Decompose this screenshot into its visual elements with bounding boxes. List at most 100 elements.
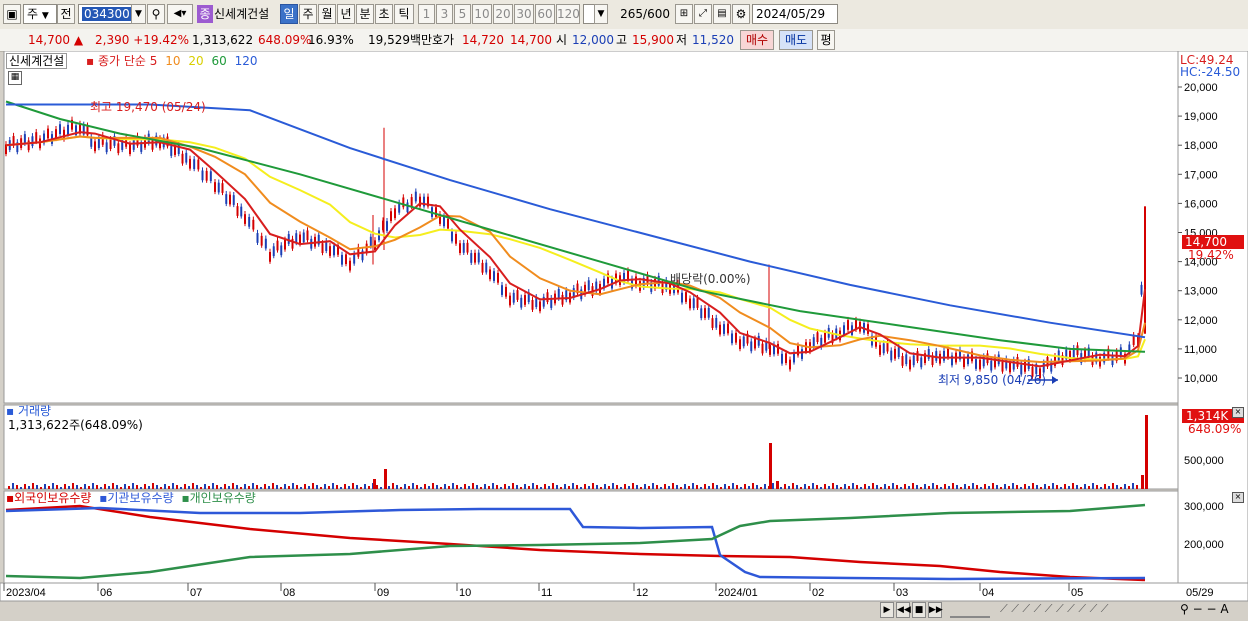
panel-close-icon[interactable]: × [1232, 492, 1244, 503]
volume-bar [1016, 485, 1018, 489]
volume-bar [44, 484, 46, 489]
volume-bar [800, 487, 802, 489]
interval-60[interactable]: 60 [535, 4, 555, 24]
volume-bar [264, 484, 266, 489]
volume-bar [992, 483, 994, 489]
period-minute[interactable]: 분 [356, 4, 374, 24]
interval-30[interactable]: 30 [514, 4, 534, 24]
candle-body [325, 241, 328, 251]
interval-20[interactable]: 20 [493, 4, 513, 24]
candle-body [240, 206, 243, 217]
volume-bar [504, 484, 506, 489]
panel-close-icon[interactable]: × [1232, 407, 1244, 418]
volume-bar [888, 486, 890, 489]
market-type-select[interactable]: 주 ▼ [23, 4, 57, 24]
volume-bar [712, 483, 714, 489]
table-icon[interactable]: ▦ [8, 71, 22, 85]
volume-bar [428, 486, 430, 489]
candle-body [333, 245, 335, 256]
volume-bar [808, 486, 810, 489]
buy-button[interactable]: 매수 [740, 30, 774, 50]
candle-body [516, 290, 519, 300]
volume-bar [1068, 486, 1070, 489]
window-icon[interactable]: ▣ [3, 4, 21, 24]
period-second[interactable]: 초 [375, 4, 393, 24]
volume-bar [1145, 415, 1148, 489]
search-icon[interactable]: ⚲ [147, 4, 165, 24]
volume-bar [140, 487, 142, 489]
candle-body [685, 292, 687, 302]
stock-chart-svg[interactable]: 20,00019,00018,00017,00016,00015,00014,0… [0, 51, 1248, 621]
volume-bar [1028, 486, 1030, 489]
indicator-icon[interactable]: ⊞ [675, 4, 693, 24]
volume-bar [280, 487, 282, 489]
volume-bar [780, 487, 782, 489]
rewind-icon[interactable]: ◀◀ [896, 602, 911, 618]
zoom-controls[interactable]: ⚲ − − A [1180, 602, 1229, 616]
candle-body [414, 191, 417, 202]
interval-3[interactable]: 3 [436, 4, 453, 24]
volume-bar [732, 483, 734, 489]
volume-bar [676, 485, 678, 489]
sell-button[interactable]: 매도 [779, 30, 813, 50]
volume-bar [944, 484, 946, 489]
period-week[interactable]: 주 [299, 4, 317, 24]
period-year[interactable]: 년 [337, 4, 355, 24]
interval-5[interactable]: 5 [454, 4, 471, 24]
eval-button[interactable]: 평 [817, 30, 835, 50]
volume-bar [512, 483, 514, 489]
x-tick-label: 09 [377, 587, 389, 599]
interval-10[interactable]: 10 [472, 4, 492, 24]
volume-bar [364, 484, 366, 489]
interval-1[interactable]: 1 [418, 4, 435, 24]
period-day[interactable]: 일 [280, 4, 298, 24]
period-month[interactable]: 월 [318, 4, 336, 24]
volume-bar [556, 485, 558, 489]
volume-bar [240, 487, 242, 489]
hoga-ask: 14,720 [462, 33, 504, 47]
zoom-slider[interactable] [950, 602, 990, 618]
period-tick[interactable]: 틱 [394, 4, 414, 24]
volume-bar [1092, 483, 1094, 489]
drawing-tools[interactable]: ⟋ ⟋ ⟋ ⟋ ⟋ ⟋ ⟋ ⟋ ⟋ ⟋ [1000, 602, 1108, 616]
code-dropdown-icon[interactable]: ▼ [131, 4, 146, 24]
candle-body [306, 230, 309, 241]
interval-120[interactable]: 120 [556, 4, 580, 24]
candle-body [329, 246, 331, 256]
low-annotation: 최저 9,850 (04/26) [938, 373, 1047, 387]
candle-body [244, 214, 246, 224]
volume-bar [236, 485, 238, 489]
volume-bar [112, 483, 114, 489]
stop-icon[interactable]: ■ [912, 602, 926, 618]
volume-bar [144, 484, 146, 489]
gear-icon[interactable]: ⚙ [732, 4, 750, 24]
candle-count[interactable]: 265/600 [612, 5, 670, 23]
volume-bar [36, 485, 38, 489]
fast-forward-icon[interactable]: ▶▶ [928, 602, 943, 618]
candle-body [189, 158, 191, 169]
volume-bar [128, 486, 130, 489]
volume-bar [412, 483, 414, 489]
save-icon[interactable]: ▤ [713, 4, 731, 24]
volume-bar [472, 483, 474, 489]
volume-bar [724, 484, 726, 489]
speaker-icon[interactable]: ◀▾ [167, 4, 193, 24]
candle-body [302, 232, 305, 243]
candle-body [295, 233, 298, 243]
volume-bar [764, 484, 766, 489]
volume-bar [292, 483, 294, 489]
candle-body [455, 233, 457, 244]
date-input[interactable]: 2024/05/29 [752, 4, 838, 24]
candle-body [897, 347, 900, 357]
volume-bar [352, 483, 354, 489]
chart-area[interactable]: 20,000 19,000 18,000 17,000 16,000 15,000 14,0… [0, 51, 1248, 621]
candle-body [967, 354, 969, 365]
draw-tool-icon[interactable]: ⤢ [694, 4, 712, 24]
volume-bar [464, 484, 466, 489]
custom-interval-dropdown-icon[interactable]: ▼ [594, 4, 608, 24]
scroll-right-icon[interactable]: ▶ [880, 602, 894, 618]
volume-bar [736, 485, 738, 489]
candle-body [109, 139, 112, 149]
prev-button[interactable]: 전 [57, 4, 75, 24]
volume-bar [812, 483, 814, 489]
